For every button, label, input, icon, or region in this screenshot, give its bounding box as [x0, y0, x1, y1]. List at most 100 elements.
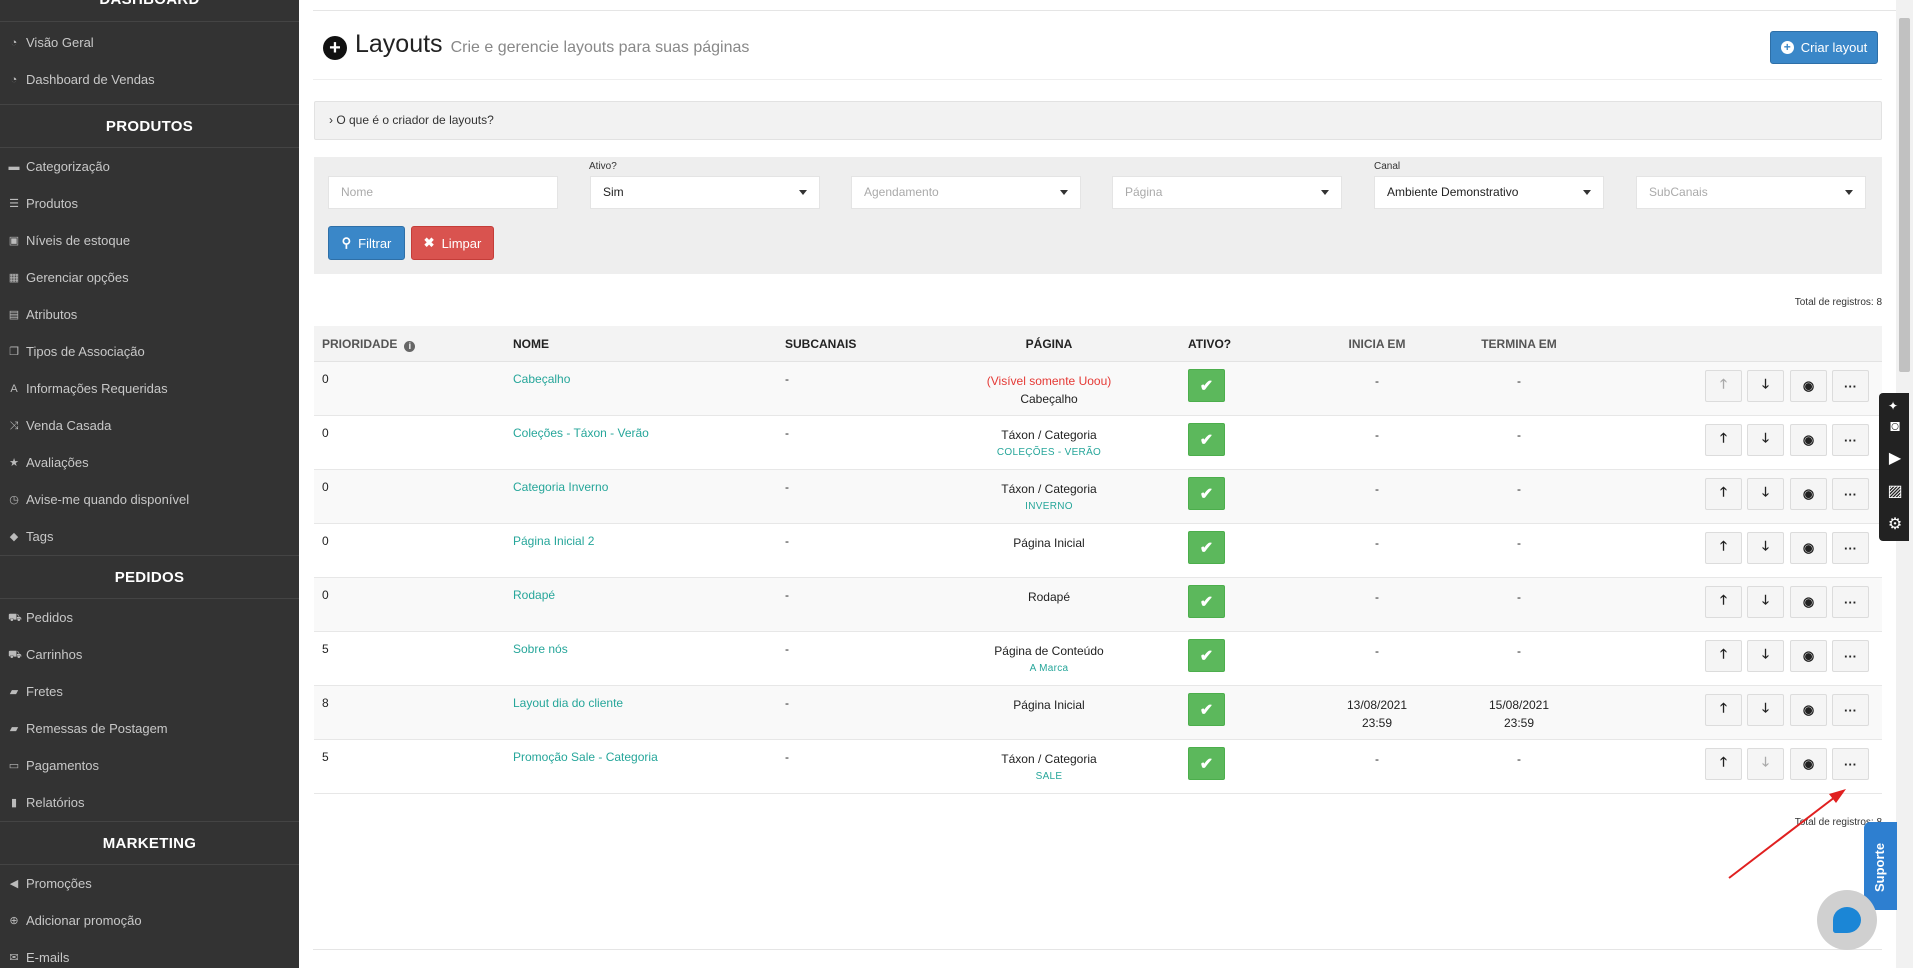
layout-builder-info-toggle[interactable]: › O que é o criador de layouts? — [314, 101, 1882, 140]
move-down-button[interactable]: 🡓 — [1747, 532, 1784, 564]
image-icon[interactable]: ▨ — [1884, 481, 1906, 503]
chat-button[interactable] — [1817, 890, 1877, 950]
support-tab[interactable]: Suporte — [1864, 822, 1897, 910]
preview-button[interactable]: ◉ — [1790, 694, 1827, 726]
pin-icon[interactable]: ✦ — [1882, 395, 1904, 417]
preview-button[interactable]: ◉ — [1790, 748, 1827, 780]
sidebar-item-remessas[interactable]: ▰ Remessas de Postagem — [0, 710, 299, 747]
active-toggle-button[interactable]: ✔ — [1188, 693, 1225, 726]
preview-button[interactable]: ◉ — [1790, 586, 1827, 618]
move-up-button[interactable]: 🡑 — [1705, 694, 1742, 726]
move-down-button[interactable]: 🡓 — [1747, 424, 1784, 456]
sidebar-item-promocoes[interactable]: ◀ Promoções — [0, 865, 299, 902]
filter-button[interactable]: ⚲ Filtrar — [328, 226, 405, 260]
name-input[interactable]: Nome — [328, 176, 558, 209]
active-toggle-button[interactable]: ✔ — [1188, 639, 1225, 672]
active-toggle-button[interactable]: ✔ — [1188, 477, 1225, 510]
more-options-button[interactable]: ··· — [1832, 694, 1869, 726]
sidebar-item-carrinhos[interactable]: ⛟ Carrinhos — [0, 636, 299, 673]
active-toggle-button[interactable]: ✔ — [1188, 531, 1225, 564]
layout-name-link[interactable]: Página Inicial 2 — [513, 534, 594, 548]
move-up-button[interactable]: 🡑 — [1705, 478, 1742, 510]
move-up-button[interactable]: 🡑 — [1705, 640, 1742, 672]
sidebar-item-avaliacoes[interactable]: ★ Avaliações — [0, 444, 299, 481]
sidebar-item-niveis-estoque[interactable]: ▣ Níveis de estoque — [0, 222, 299, 259]
move-up-button[interactable]: 🡑 — [1705, 424, 1742, 456]
plus-circle-icon: + — [1780, 41, 1794, 54]
subchannels-cell: - — [785, 750, 789, 764]
info-icon[interactable]: i — [404, 341, 416, 352]
move-down-button[interactable]: 🡓 — [1747, 748, 1784, 780]
sidebar-item-pagamentos[interactable]: ▭ Pagamentos — [0, 747, 299, 784]
layout-name-link[interactable]: Promoção Sale - Categoria — [513, 750, 658, 764]
more-options-button[interactable]: ··· — [1832, 424, 1869, 456]
subchannels-select[interactable]: SubCanais — [1636, 176, 1866, 209]
layout-name-link[interactable]: Sobre nós — [513, 642, 568, 656]
page-select[interactable]: Página — [1112, 176, 1342, 209]
sidebar-item-categorizacao[interactable]: ▬ Categorização — [0, 148, 299, 185]
video-icon[interactable]: ▶ — [1884, 448, 1906, 470]
layout-name-link[interactable]: Rodapé — [513, 588, 555, 602]
sidebar-item-emails[interactable]: ✉ E-mails — [0, 939, 299, 968]
sidebar-item-gerenciar-opcoes[interactable]: ▦ Gerenciar opções — [0, 259, 299, 296]
priority-cell: 0 — [322, 426, 329, 440]
move-down-button[interactable]: 🡓 — [1747, 370, 1784, 402]
sidebar-item-informacoes-requeridas[interactable]: A Informações Requeridas — [0, 370, 299, 407]
folder-icon: ▬ — [8, 160, 20, 173]
sidebar-item-pedidos[interactable]: ⛟ Pedidos — [0, 599, 299, 636]
more-options-button[interactable]: ··· — [1832, 532, 1869, 564]
active-toggle-button[interactable]: ✔ — [1188, 369, 1225, 402]
layout-name-link[interactable]: Cabeçalho — [513, 372, 570, 386]
layout-name-link[interactable]: Coleções - Táxon - Verão — [513, 426, 649, 440]
sidebar-item-avise-me[interactable]: ◷ Avise-me quando disponível — [0, 481, 299, 518]
sidebar-item-tags[interactable]: ◆ Tags — [0, 518, 299, 555]
eye-icon: ◉ — [1802, 486, 1815, 501]
active-select[interactable]: Sim — [590, 176, 820, 209]
sidebar-item-relatorios[interactable]: ▮ Relatórios — [0, 784, 299, 821]
move-up-button[interactable]: 🡑 — [1705, 748, 1742, 780]
schedule-select[interactable]: Agendamento — [851, 176, 1081, 209]
create-layout-button[interactable]: + Criar layout — [1770, 31, 1878, 64]
move-down-button[interactable]: 🡓 — [1747, 586, 1784, 618]
layout-name-link[interactable]: Categoria Inverno — [513, 480, 608, 494]
preview-button[interactable]: ◉ — [1790, 640, 1827, 672]
move-up-button[interactable]: 🡑 — [1705, 370, 1742, 402]
page-header: + Layouts Crie e gerencie layouts para s… — [323, 30, 749, 60]
preview-button[interactable]: ◉ — [1790, 532, 1827, 564]
sidebar-item-produtos[interactable]: ☰ Produtos — [0, 185, 299, 222]
col-priority[interactable]: PRIORIDADE i — [322, 337, 416, 352]
scrollbar-thumb[interactable] — [1899, 18, 1910, 372]
priority-cell: 8 — [322, 696, 329, 710]
sidebar-item-venda-casada[interactable]: ⤨ Venda Casada — [0, 407, 299, 444]
sidebar-item-visao-geral[interactable]: ◔ Visão Geral — [0, 24, 299, 61]
channel-select[interactable]: Ambiente Demonstrativo — [1374, 176, 1604, 209]
preview-button[interactable]: ◉ — [1790, 424, 1827, 456]
active-toggle-button[interactable]: ✔ — [1188, 423, 1225, 456]
list-alt-icon: ▤ — [8, 308, 20, 321]
more-options-button[interactable]: ··· — [1832, 748, 1869, 780]
more-options-button[interactable]: ··· — [1832, 370, 1869, 402]
sidebar-item-dashboard-vendas[interactable]: ◔ Dashboard de Vendas — [0, 61, 299, 98]
more-options-button[interactable]: ··· — [1832, 478, 1869, 510]
clear-button[interactable]: ✖ Limpar — [411, 226, 494, 260]
move-down-button[interactable]: 🡓 — [1747, 478, 1784, 510]
more-options-button[interactable]: ··· — [1832, 586, 1869, 618]
move-down-button[interactable]: 🡓 — [1747, 694, 1784, 726]
sidebar-item-adicionar-promocao[interactable]: ⊕ Adicionar promoção — [0, 902, 299, 939]
more-options-button[interactable]: ··· — [1832, 640, 1869, 672]
sidebar-item-fretes[interactable]: ▰ Fretes — [0, 673, 299, 710]
active-toggle-button[interactable]: ✔ — [1188, 747, 1225, 780]
sidebar-item-tipos-associacao[interactable]: ❐ Tipos de Associação — [0, 333, 299, 370]
layout-name-link[interactable]: Layout dia do cliente — [513, 696, 623, 710]
move-down-button[interactable]: 🡓 — [1747, 640, 1784, 672]
priority-cell: 0 — [322, 480, 329, 494]
gear-icon[interactable]: ⚙ — [1884, 514, 1906, 536]
preview-button[interactable]: ◉ — [1790, 478, 1827, 510]
active-toggle-button[interactable]: ✔ — [1188, 585, 1225, 618]
move-up-button[interactable]: 🡑 — [1705, 532, 1742, 564]
sidebar-item-atributos[interactable]: ▤ Atributos — [0, 296, 299, 333]
preview-button[interactable]: ◉ — [1790, 370, 1827, 402]
camera-icon[interactable]: ◙ — [1884, 416, 1906, 438]
ellipsis-icon: ··· — [1844, 594, 1857, 610]
move-up-button[interactable]: 🡑 — [1705, 586, 1742, 618]
